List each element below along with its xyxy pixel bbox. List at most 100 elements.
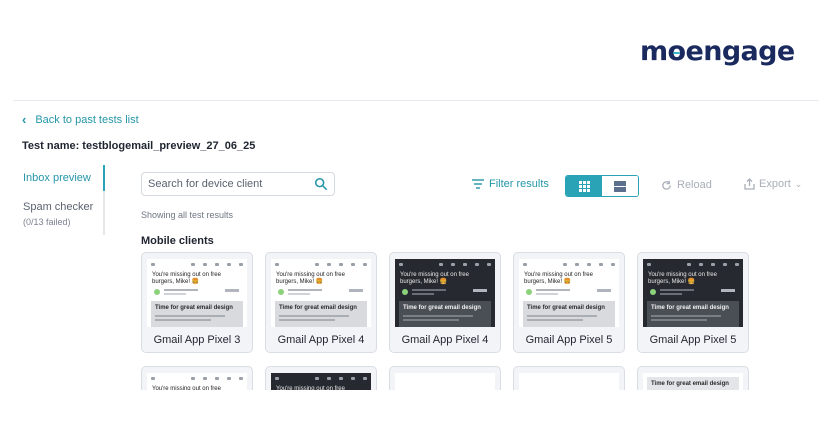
reply-actions <box>473 289 487 292</box>
email-preview-thumbnail: You're missing out on free burgers, Mike… <box>643 259 743 327</box>
moengage-logo: moengage <box>640 36 795 67</box>
export-icon <box>744 178 755 190</box>
preview-heading: Time for great email design <box>403 305 481 311</box>
sidebar-item-inbox-preview[interactable]: Inbox preview <box>13 165 105 191</box>
card-label: Gmail App Pixel 3 <box>153 334 241 346</box>
reply-actions <box>349 289 363 292</box>
preview-subject: You're missing out on free burgers, Mike… <box>152 272 221 285</box>
reply-actions <box>597 289 611 292</box>
text-line <box>651 319 707 321</box>
preview-subject: You're missing out on free burgers, Mike… <box>400 272 469 285</box>
email-preview-thumbnail: You're missing out on free burgers, Mike… <box>147 259 247 327</box>
preview-toolbar <box>151 376 243 381</box>
sidebar-item-label: Inbox preview <box>23 172 91 184</box>
export-label: Export <box>759 178 791 190</box>
export-button[interactable]: Export ⌄ <box>744 178 802 190</box>
grid-view-button[interactable] <box>566 176 602 196</box>
preview-body: Time for great email design <box>151 301 243 327</box>
preview-toolbar <box>399 262 491 267</box>
preview-heading: Time for great email design <box>651 381 729 387</box>
preview-toolbar <box>275 262 367 267</box>
email-preview-thumbnail: You're missing out on free burgers, Mike… <box>395 259 495 327</box>
reply-actions <box>225 289 239 292</box>
search-input[interactable] <box>148 178 314 190</box>
sidebar-item-label: Spam checker <box>23 201 94 213</box>
text-line <box>279 315 349 317</box>
sender-line <box>288 293 310 295</box>
filter-results-button[interactable]: Filter results <box>472 178 549 190</box>
sender-avatar <box>402 289 408 295</box>
preview-card-gmail-pixel-5-dark[interactable]: You're missing out on free burgers, Mike… <box>637 252 749 353</box>
sender-line <box>164 289 198 291</box>
back-to-tests-link[interactable]: ‹ Back to past tests list <box>22 113 139 126</box>
card-label: Gmail App Pixel 5 <box>649 334 737 346</box>
mobile-clients-heading: Mobile clients <box>141 235 214 247</box>
preview-heading: Time for great email design <box>279 305 357 311</box>
preview-body: Time for great email design <box>523 301 615 327</box>
sender-line <box>660 293 682 295</box>
filter-label: Filter results <box>489 178 549 190</box>
preview-subject: You're missing out on free burgers, Mike… <box>648 272 717 285</box>
preview-heading: Time for great email design <box>651 305 729 311</box>
sidebar-item-spam-checker[interactable]: Spam checker (0/13 failed) <box>13 201 103 227</box>
search-icon[interactable] <box>314 177 328 191</box>
email-preview-thumbnail: You're missing out on free burgers, Mike… <box>519 259 619 327</box>
chevron-down-icon: ⌄ <box>794 178 803 189</box>
email-preview-thumbnail: You're missing out on free burgers, Mike… <box>271 259 371 327</box>
sender-line <box>412 293 434 295</box>
preview-card-gmail-pixel-4-dark[interactable]: You're missing out on free burgers, Mike… <box>389 252 501 353</box>
preview-heading: Time for great email design <box>155 305 233 311</box>
card-label: Gmail App Pixel 4 <box>277 334 365 346</box>
reload-label: Reload <box>677 179 712 191</box>
preview-card-gmail-pixel-4[interactable]: You're missing out on free burgers, Mike… <box>265 252 377 353</box>
sender-line <box>164 293 186 295</box>
text-line <box>155 319 211 321</box>
results-status-text: Showing all test results <box>141 210 234 220</box>
text-line <box>279 319 335 321</box>
text-line <box>527 319 583 321</box>
list-icon <box>614 180 626 192</box>
side-nav: Inbox preview Spam checker (0/13 failed) <box>13 165 105 235</box>
preview-card-gmail-pixel-3[interactable]: You're missing out on free burgers, Mike… <box>141 252 253 353</box>
sender-avatar <box>278 289 284 295</box>
reply-actions <box>721 289 735 292</box>
sender-line <box>288 289 322 291</box>
sender-line <box>412 289 446 291</box>
text-line <box>403 319 459 321</box>
text-line <box>527 315 597 317</box>
test-name-heading: Test name: testblogemail_preview_27_06_2… <box>22 140 256 152</box>
spam-failed-count: (0/13 failed) <box>23 217 71 227</box>
view-mode-toggle <box>565 175 639 197</box>
card-label: Gmail App Pixel 4 <box>401 334 489 346</box>
sender-avatar <box>154 289 160 295</box>
back-link-label: Back to past tests list <box>35 113 139 126</box>
grid-icon <box>578 180 590 192</box>
preview-body: Time for great email design <box>647 301 739 327</box>
list-view-button[interactable] <box>602 176 638 196</box>
text-line <box>403 315 473 317</box>
sender-line <box>660 289 694 291</box>
preview-toolbar <box>275 376 367 381</box>
preview-card-gmail-pixel-5[interactable]: You're missing out on free burgers, Mike… <box>513 252 625 353</box>
sender-avatar <box>650 289 656 295</box>
reload-icon <box>662 180 671 190</box>
preview-subject: You're missing out on free burgers, Mike… <box>276 272 345 285</box>
preview-heading: Time for great email design <box>527 305 605 311</box>
sender-line <box>536 293 558 295</box>
preview-toolbar <box>151 262 243 267</box>
preview-toolbar <box>523 262 615 267</box>
preview-toolbar <box>647 262 739 267</box>
filter-icon <box>472 179 484 189</box>
text-line <box>155 315 225 317</box>
card-label: Gmail App Pixel 5 <box>525 334 613 346</box>
chevron-left-icon: ‹ <box>22 112 27 127</box>
sender-line <box>536 289 570 291</box>
text-line <box>651 315 721 317</box>
sender-avatar <box>526 289 532 295</box>
device-search-box[interactable] <box>141 172 335 196</box>
preview-subject: You're missing out on free burgers, Mike… <box>524 272 593 285</box>
header-divider <box>13 100 819 101</box>
page-bottom <box>0 390 832 436</box>
reload-button[interactable]: Reload <box>661 179 712 191</box>
preview-body: Time for great email design <box>399 301 491 327</box>
